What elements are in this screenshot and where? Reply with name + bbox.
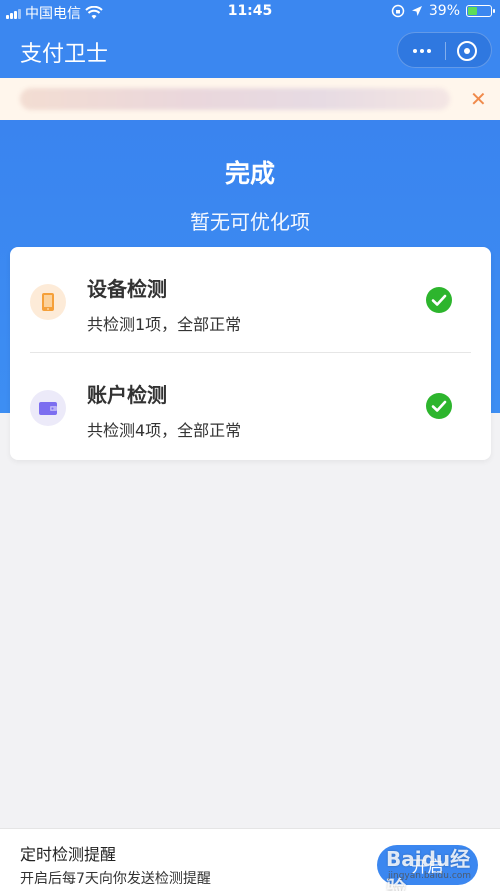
check-results-card: 设备检测 共检测1项，全部正常 账户检测 共检测4项，全部正常 xyxy=(10,247,491,460)
capsule-divider xyxy=(445,42,446,60)
wallet-icon xyxy=(30,390,66,426)
more-dots-icon[interactable] xyxy=(410,42,434,60)
notice-banner: ✕ xyxy=(0,78,500,120)
phone-icon xyxy=(30,284,66,320)
reminder-desc: 开启后每7天向你发送检测提醒 xyxy=(20,871,211,887)
rotation-lock-icon xyxy=(391,4,405,18)
check-circle-icon xyxy=(426,287,452,313)
status-bar: 中国电信 11:45 39% xyxy=(0,0,500,22)
result-subtitle: 暂无可优化项 xyxy=(190,210,310,234)
check-item-title: 设备检测 xyxy=(87,277,167,301)
check-item-desc: 共检测1项，全部正常 xyxy=(87,315,242,334)
close-miniprogram-icon[interactable] xyxy=(456,40,478,62)
location-icon xyxy=(411,6,422,16)
enable-reminder-button[interactable]: 开启 xyxy=(377,845,478,885)
check-item-desc: 共检测4项，全部正常 xyxy=(87,421,242,440)
page-title: 支付卫士 xyxy=(20,42,109,67)
check-item-account[interactable]: 账户检测 共检测4项，全部正常 xyxy=(10,353,491,459)
check-item-device[interactable]: 设备检测 共检测1项，全部正常 xyxy=(10,247,491,353)
battery-icon xyxy=(466,5,495,17)
check-circle-icon xyxy=(426,393,452,419)
status-right: 39% xyxy=(391,3,495,19)
notice-close-icon[interactable]: ✕ xyxy=(470,88,487,110)
notice-text-redacted xyxy=(20,88,450,110)
miniprogram-capsule xyxy=(397,32,492,68)
result-title: 完成 xyxy=(224,159,275,188)
check-item-title: 账户检测 xyxy=(87,383,167,407)
reminder-title: 定时检测提醒 xyxy=(20,845,117,864)
battery-percent: 39% xyxy=(428,3,460,19)
nav-bar: 支付卫士 xyxy=(0,22,500,78)
reminder-bar: 定时检测提醒 开启后每7天向你发送检测提醒 开启 Baidu经验 jingyan… xyxy=(0,828,500,891)
